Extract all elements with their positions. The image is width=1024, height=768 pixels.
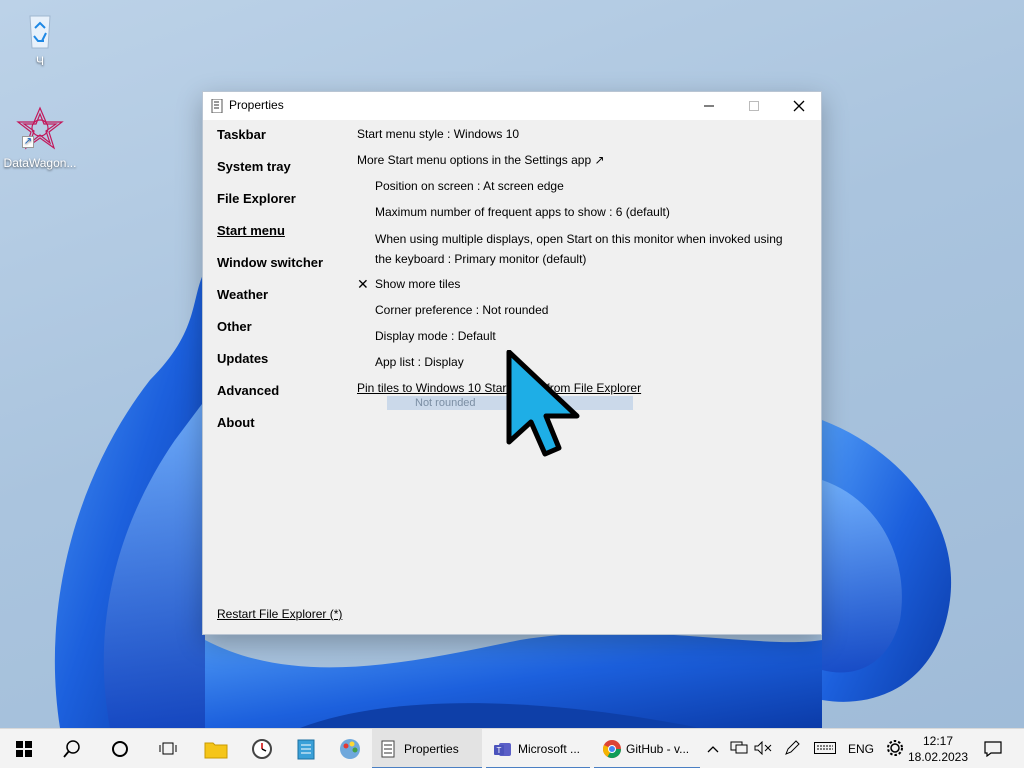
checkmark-icon: ✕ xyxy=(357,276,369,292)
system-tray: ENG xyxy=(704,729,910,768)
search-button[interactable] xyxy=(56,729,88,768)
close-button[interactable] xyxy=(776,92,822,120)
show-hidden-icons-chevron-icon[interactable] xyxy=(704,742,722,756)
windows-logo-icon xyxy=(16,741,32,757)
properties-app-icon xyxy=(211,99,223,113)
nav-item-other[interactable]: Other xyxy=(217,319,347,351)
minimize-button[interactable] xyxy=(686,92,732,120)
teams-icon: T xyxy=(494,743,511,756)
maximize-icon xyxy=(749,101,759,111)
pin-tiles-link-text: Pin tiles to Windows 10 Start menu from … xyxy=(357,381,642,395)
file-explorer-taskbar-button[interactable] xyxy=(200,729,232,768)
minimize-icon xyxy=(704,105,714,107)
search-icon xyxy=(63,740,80,758)
desktop-icon-label: Ч xyxy=(36,54,44,68)
nav-item-window-switcher[interactable]: Window switcher xyxy=(217,255,347,287)
taskbar-item-teams[interactable]: T Microsoft ... xyxy=(486,729,590,768)
nav-item-file-explorer[interactable]: File Explorer xyxy=(217,191,347,223)
datawagon-desktop-icon[interactable]: ↗ DataWagon... xyxy=(0,106,80,170)
paint-taskbar-button[interactable] xyxy=(334,729,366,768)
max-frequent-apps-option[interactable]: Maximum number of frequent apps to show … xyxy=(357,203,797,229)
start-button[interactable] xyxy=(8,729,40,768)
taskbar-item-label: Microsoft ... xyxy=(518,742,581,756)
notification-icon xyxy=(984,741,1002,757)
multi-display-option[interactable]: When using multiple displays, open Start… xyxy=(357,229,797,275)
folder-icon xyxy=(204,742,228,759)
nav-item-about[interactable]: About xyxy=(217,415,347,447)
cortana-button[interactable] xyxy=(104,729,136,768)
window-titlebar[interactable]: Properties xyxy=(203,92,821,120)
datawagon-app-icon: ↗ xyxy=(16,106,64,150)
nav-item-system-tray[interactable]: System tray xyxy=(217,159,347,191)
svg-text:T: T xyxy=(497,746,502,755)
show-more-tiles-label: Show more tiles xyxy=(375,277,461,291)
pen-workspace-icon[interactable] xyxy=(778,739,806,759)
notepad-icon xyxy=(297,739,315,760)
shortcut-arrow-icon: ↗ xyxy=(22,136,34,148)
maximize-button[interactable] xyxy=(731,92,777,120)
window-title: Properties xyxy=(229,98,284,112)
notification-center-button[interactable] xyxy=(978,729,1008,768)
task-view-button[interactable] xyxy=(152,729,184,768)
taskbar-clock[interactable]: 12:17 18.02.2023 xyxy=(902,733,974,765)
nav-item-taskbar[interactable]: Taskbar xyxy=(217,127,347,159)
taskbar-item-chrome[interactable]: GitHub - v... xyxy=(594,729,700,768)
corner-preference-option[interactable]: Corner preference : Not rounded xyxy=(357,301,797,327)
taskbar: Properties T Microsoft ... GitHub - v... xyxy=(0,728,1024,768)
nav-item-start-menu[interactable]: Start menu xyxy=(217,223,347,255)
position-on-screen-option[interactable]: Position on screen : At screen edge xyxy=(357,177,797,203)
nav-item-advanced[interactable]: Advanced xyxy=(217,383,347,415)
touch-keyboard-icon[interactable] xyxy=(810,741,840,757)
clock-app-icon xyxy=(252,739,272,759)
nav-item-updates[interactable]: Updates xyxy=(217,351,347,383)
restart-file-explorer-link[interactable]: Restart File Explorer (*) xyxy=(217,607,342,621)
nav-item-weather[interactable]: Weather xyxy=(217,287,347,319)
clock-time: 12:17 xyxy=(922,734,954,748)
input-language[interactable]: ENG xyxy=(846,742,876,756)
paint-palette-icon xyxy=(340,739,360,759)
volume-muted-icon[interactable] xyxy=(752,740,774,758)
network-icon[interactable] xyxy=(726,741,752,758)
clock-app-taskbar-button[interactable] xyxy=(246,729,278,768)
cortana-circle-icon xyxy=(112,741,128,757)
recycle-bin-icon xyxy=(20,10,60,50)
clock-date: 18.02.2023 xyxy=(907,750,969,764)
settings-app-link[interactable]: More Start menu options in the Settings … xyxy=(357,151,797,177)
task-view-icon xyxy=(159,742,177,755)
taskbar-item-properties[interactable]: Properties xyxy=(372,729,482,768)
desktop-icon-label: DataWagon... xyxy=(3,156,77,170)
close-icon xyxy=(793,100,805,112)
settings-nav: Taskbar System tray File Explorer Start … xyxy=(217,127,347,447)
mouse-cursor-icon xyxy=(506,350,580,457)
start-menu-style-option[interactable]: Start menu style : Windows 10 xyxy=(357,125,797,151)
taskbar-item-label: GitHub - v... xyxy=(626,742,690,756)
recycle-bin-desktop-icon[interactable]: Ч xyxy=(0,10,80,68)
chrome-icon xyxy=(603,740,621,759)
show-more-tiles-checkbox[interactable]: ✕ Show more tiles xyxy=(357,275,797,301)
properties-icon xyxy=(381,740,395,758)
taskbar-item-label: Properties xyxy=(404,742,459,756)
notepad-taskbar-button[interactable] xyxy=(290,729,322,768)
